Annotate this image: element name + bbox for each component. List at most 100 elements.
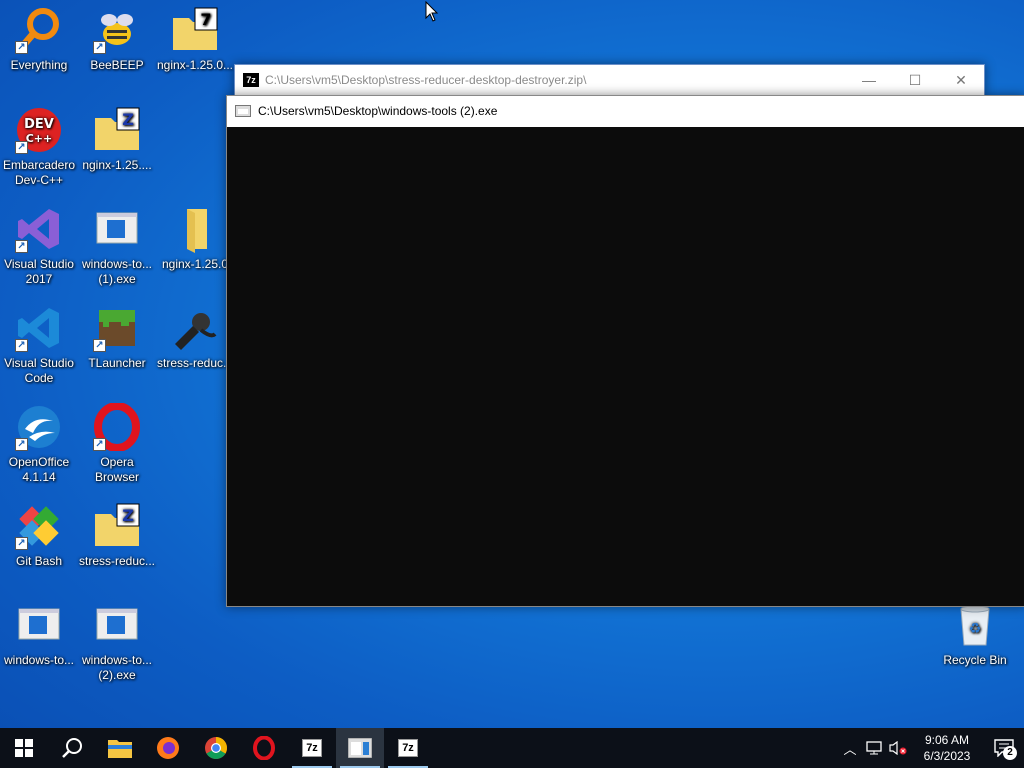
notification-badge: 2 [1003, 746, 1017, 760]
chevron-up-icon: ︿ [843, 741, 857, 757]
taskbar-opera[interactable] [240, 728, 288, 768]
action-center-button[interactable]: 2 [984, 728, 1024, 768]
svg-text:Z: Z [122, 506, 134, 525]
svg-text:DEV: DEV [24, 117, 54, 132]
console-app-icon [348, 738, 372, 758]
desktop-icon-label: nginx-1.25.0... [156, 58, 234, 72]
desktop-icon-git-bash[interactable]: ↗ Git Bash [0, 502, 78, 569]
desktop-icon-openoffice[interactable]: ↗ OpenOffice 4.1.14 [0, 403, 78, 485]
desktop-icon-beebeep[interactable]: ↗ BeeBEEP [78, 6, 156, 73]
taskbar-clock[interactable]: 9:06 AM 6/3/2023 [910, 732, 984, 764]
folder-icon [171, 205, 219, 253]
mouse-cursor-icon [425, 0, 439, 28]
desktop-icon-label: stress-reduc... [156, 356, 234, 370]
taskbar-chrome[interactable] [192, 728, 240, 768]
volume-muted-icon [889, 741, 907, 755]
7z-folder-icon: 7 [171, 6, 219, 54]
recycle-bin-icon: ♻ [951, 601, 999, 649]
search-icon [62, 738, 82, 758]
close-button[interactable]: ✕ [938, 65, 984, 95]
taskbar: 7z 7z ︿ 9:06 AM 6/3/2023 2 [0, 728, 1024, 768]
beebeep-icon: ↗ [93, 6, 141, 54]
svg-text:C++: C++ [26, 132, 53, 145]
desktop-icon-vscode[interactable]: ↗ Visual Studio Code [0, 304, 78, 386]
console-output-area[interactable] [227, 127, 1024, 606]
minimize-icon: — [862, 72, 876, 88]
console-window[interactable]: C:\Users\vm5\Desktop\windows-tools (2).e… [226, 95, 1024, 607]
opera-icon [253, 736, 275, 760]
archive-title-bar[interactable]: 7z C:\Users\vm5\Desktop\stress-reducer-d… [235, 65, 984, 95]
desktop-icon-label: TLauncher [88, 356, 146, 370]
svg-text:Z: Z [122, 110, 134, 129]
desktop-icon-nginx-folder[interactable]: nginx-1.25.0 [156, 205, 234, 272]
console-title-bar[interactable]: C:\Users\vm5\Desktop\windows-tools (2).e… [227, 96, 1024, 126]
visual-studio-icon: ↗ [15, 205, 63, 253]
desktop-icon-label: windows-to... [3, 653, 75, 667]
desktop-icon-windows-tools-1[interactable]: windows-to... (1).exe [78, 205, 156, 287]
desktop-icon-label: nginx-1.25.... [82, 158, 152, 172]
network-tray-button[interactable] [862, 728, 886, 768]
desktop-icon-everything[interactable]: ↗ Everything [0, 6, 78, 73]
desktop-icon-dev-cpp[interactable]: DEV C++ ↗ Embarcadero Dev-C++ [0, 106, 78, 188]
tlauncher-icon: ↗ [93, 304, 141, 352]
taskbar-windows-tools[interactable] [336, 728, 384, 768]
show-hidden-icons-button[interactable]: ︿ [838, 728, 862, 768]
taskbar-7zip-2[interactable]: 7z [384, 728, 432, 768]
close-icon: ✕ [955, 71, 967, 88]
desktop-icon-stress-reducer-exe[interactable]: stress-reduc... [156, 304, 234, 371]
desktop-icon-label: Visual Studio Code [4, 356, 74, 385]
desktop-icon-label: nginx-1.25.0 [161, 257, 229, 271]
desktop-icon-label: BeeBEEP [90, 58, 144, 72]
minimize-button[interactable]: — [846, 65, 892, 95]
desktop-icon-label: Embarcadero Dev-C++ [2, 158, 76, 187]
desktop-icon-label: Git Bash [15, 554, 63, 568]
git-bash-icon: ↗ [15, 502, 63, 550]
archive-window-title: C:\Users\vm5\Desktop\stress-reducer-desk… [265, 73, 587, 87]
search-button[interactable] [48, 728, 96, 768]
desktop-icon-windows-tools-2[interactable]: windows-to... (2).exe [78, 601, 156, 683]
taskbar-file-explorer[interactable] [96, 728, 144, 768]
everything-icon: ↗ [15, 6, 63, 54]
dev-cpp-icon: DEV C++ ↗ [15, 106, 63, 154]
desktop-icon-stress-reducer-zip[interactable]: Z stress-reduc... [78, 502, 156, 569]
desktop-icon-tlauncher[interactable]: ↗ TLauncher [78, 304, 156, 371]
firefox-icon [157, 737, 179, 759]
exe-icon [93, 205, 141, 253]
zip-folder-icon: Z [93, 502, 141, 550]
maximize-button[interactable]: ☐ [892, 65, 938, 95]
clock-date: 6/3/2023 [923, 749, 971, 763]
system-tray: ︿ 9:06 AM 6/3/2023 2 [838, 728, 1024, 768]
opera-icon: ↗ [93, 402, 141, 452]
file-explorer-icon [108, 740, 132, 758]
7zip-icon: 7z [243, 73, 259, 87]
desktop-icon-windows-tools[interactable]: windows-to... [0, 601, 78, 668]
exe-icon [15, 601, 63, 649]
archive-window[interactable]: 7z C:\Users\vm5\Desktop\stress-reducer-d… [234, 64, 985, 96]
desktop-icon-visual-studio-2017[interactable]: ↗ Visual Studio 2017 [0, 205, 78, 287]
desktop-icon-nginx-zip[interactable]: Z nginx-1.25.... [78, 106, 156, 173]
console-window-title: C:\Users\vm5\Desktop\windows-tools (2).e… [258, 104, 498, 118]
svg-text:7: 7 [200, 10, 211, 29]
zip-folder-icon: Z [93, 106, 141, 154]
start-button[interactable] [0, 728, 48, 768]
maximize-icon: ☐ [908, 71, 922, 88]
desktop-icon-label: stress-reduc... [78, 554, 156, 568]
desktop-icon-label: windows-to... (2).exe [81, 653, 153, 682]
desktop-icon-label: Visual Studio 2017 [4, 257, 74, 286]
chrome-icon [205, 737, 227, 759]
desktop-icon-nginx-7z[interactable]: 7 nginx-1.25.0... [156, 6, 234, 73]
network-icon [866, 741, 882, 755]
desktop-icon-label: OpenOffice 4.1.14 [8, 455, 70, 484]
desktop-icon-recycle-bin[interactable]: ♻ Recycle Bin [936, 601, 1014, 668]
stress-reducer-icon [171, 304, 219, 352]
volume-tray-button[interactable] [886, 728, 910, 768]
desktop-icon-opera[interactable]: ↗ Opera Browser [78, 402, 156, 485]
start-icon [15, 739, 33, 757]
desktop-icon-label: Opera Browser [94, 455, 139, 484]
desktop-icon-label: windows-to... (1).exe [81, 257, 153, 286]
taskbar-7zip-1[interactable]: 7z [288, 728, 336, 768]
taskbar-firefox[interactable] [144, 728, 192, 768]
7zip-icon: 7z [302, 739, 322, 757]
7zip-icon: 7z [398, 739, 418, 757]
console-app-icon [235, 105, 251, 117]
